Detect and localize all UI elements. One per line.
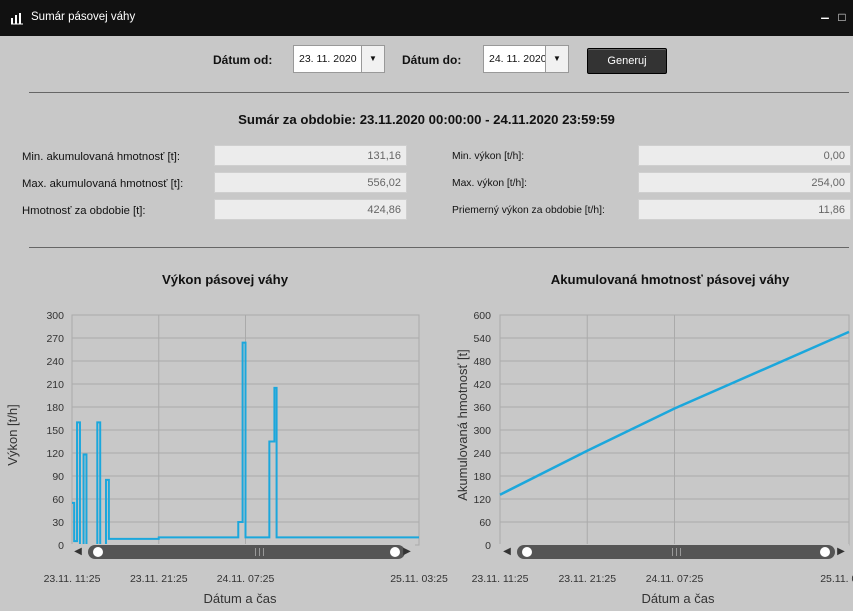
power-x-tick-label: 23.11. 21:25 [130,573,188,585]
mass-chart-y-ticks: 600540480420360300240180120600 [473,310,491,552]
power-chart-scrollbar[interactable]: ◀ ▶ [70,544,415,560]
scroll-left-icon[interactable]: ◀ [73,545,83,559]
scroll-right-icon[interactable]: ▶ [836,545,846,559]
min-accumulated-mass-value: 131,16 [214,145,407,166]
power-y-tick-label: 240 [46,356,64,368]
mass-x-tick-label: 23.11. 11:25 [472,573,529,585]
mass-y-tick-label: 240 [473,448,491,460]
power-y-tick-label: 90 [52,471,64,483]
scroll-thumb-left-knob[interactable] [522,547,532,557]
window-title: Sumár pásovej váhy [31,11,136,23]
mass-y-tick-label: 60 [479,517,491,529]
power-x-tick-label: 23.11. 11:25 [44,573,101,585]
max-accumulated-mass-value: 556,02 [214,172,407,193]
max-power-label: Max. výkon [t/h]: [452,178,527,189]
chevron-down-icon[interactable]: ▼ [361,46,384,72]
charts-divider [29,247,849,248]
generate-button[interactable]: Generuj [587,48,667,74]
date-from-select[interactable]: 23. 11. 2020 ▼ [293,45,385,73]
power-chart-x-ticks: 23.11. 11:25 23.11. 21:25 24.11. 07:25 25.1… [44,573,448,585]
scroll-left-icon[interactable]: ◀ [502,545,512,559]
mass-x-tick-label: 23.11. 21:25 [558,573,616,585]
power-chart: 3002702402101801501209060300 23.11. 11:2… [5,310,448,606]
summary-title: Sumár za obdobie: 23.11.2020 00:00:00 - … [238,112,615,127]
mass-y-tick-label: 480 [473,356,491,368]
power-x-axis-label: Dátum a čas [204,591,277,606]
date-to-select[interactable]: 24. 11. 2020 ▼ [483,45,569,73]
date-from-value: 23. 11. 2020 [299,53,357,65]
scroll-grip-icon [263,548,264,556]
mass-chart-scrollbar[interactable]: ◀ ▶ [499,544,849,560]
mass-y-tick-label: 600 [473,310,491,322]
min-accumulated-mass-label: Min. akumulovaná hmotnosť [t]: [22,151,181,163]
power-y-tick-label: 30 [52,517,64,529]
mass-chart-x-ticks: 23.11. 11:25 23.11. 21:25 24.11. 07:25 25.1… [472,573,853,585]
window-titlebar: Sumár pásovej váhy ‒ □ × [0,0,853,36]
power-y-tick-label: 120 [46,448,64,460]
mass-y-tick-label: 420 [473,379,491,391]
summary-divider [29,92,849,93]
min-power-label: Min. výkon [t/h]: [452,151,525,162]
average-power-label: Priemerný výkon za obdobie [t/h]: [452,205,605,216]
period-mass-label: Hmotnosť za obdobie [t]: [22,205,146,217]
min-power-value: 0,00 [638,145,851,166]
close-button[interactable]: × [848,7,853,27]
date-to-label: Dátum do: [402,53,462,67]
mass-x-tick-label: 24.11. 07:25 [646,573,704,585]
power-chart-title: Výkon pásovej váhy [161,272,289,287]
power-y-tick-label: 270 [46,333,64,345]
mass-y-tick-label: 300 [473,425,491,437]
mass-x-tick-label: 25.11. 03:25 [820,573,853,585]
mass-y-tick-label: 0 [485,540,491,552]
power-x-tick-label: 24.11. 07:25 [217,573,275,585]
scroll-thumb-left-knob[interactable] [93,547,103,557]
power-chart-y-ticks: 3002702402101801501209060300 [46,310,64,552]
mass-y-tick-label: 120 [473,494,491,506]
average-power-value: 11,86 [638,199,851,220]
max-power-value: 254,00 [638,172,851,193]
mass-y-tick-label: 540 [473,333,491,345]
power-y-tick-label: 150 [46,425,64,437]
mass-chart: 600540480420360300240180120600 23.11. 11… [455,310,853,606]
scroll-grip-icon [255,548,256,556]
power-y-axis-label: Výkon [t/h] [5,404,20,465]
scroll-grip-icon [672,548,673,556]
scroll-grip-icon [676,548,677,556]
mass-chart-grid [499,314,850,546]
mass-y-tick-label: 360 [473,402,491,414]
period-mass-value: 424,86 [214,199,407,220]
date-from-label: Dátum od: [213,53,273,67]
minimize-button[interactable]: ‒ [816,7,834,27]
mass-y-axis-label: Akumulovaná hmotnosť [t] [455,349,470,501]
mass-scroll-thumb[interactable] [517,545,835,559]
chevron-down-icon[interactable]: ▼ [545,46,568,72]
bar-chart-icon [11,13,23,25]
power-y-tick-label: 300 [46,310,64,322]
scroll-grip-icon [680,548,681,556]
power-y-tick-label: 180 [46,402,64,414]
mass-chart-title: Akumulovaná hmotnosť pásovej váhy [550,272,790,287]
power-scroll-thumb[interactable] [88,545,405,559]
scroll-thumb-right-knob[interactable] [820,547,830,557]
scroll-right-icon[interactable]: ▶ [402,545,412,559]
scroll-thumb-right-knob[interactable] [390,547,400,557]
power-y-tick-label: 0 [58,540,64,552]
mass-x-axis-label: Dátum a čas [642,591,715,606]
power-y-tick-label: 210 [46,379,64,391]
power-y-tick-label: 60 [52,494,64,506]
date-to-value: 24. 11. 2020 [489,53,547,65]
max-accumulated-mass-label: Max. akumulovaná hmotnosť [t]: [22,178,184,190]
scroll-grip-icon [259,548,260,556]
mass-y-tick-label: 180 [473,471,491,483]
